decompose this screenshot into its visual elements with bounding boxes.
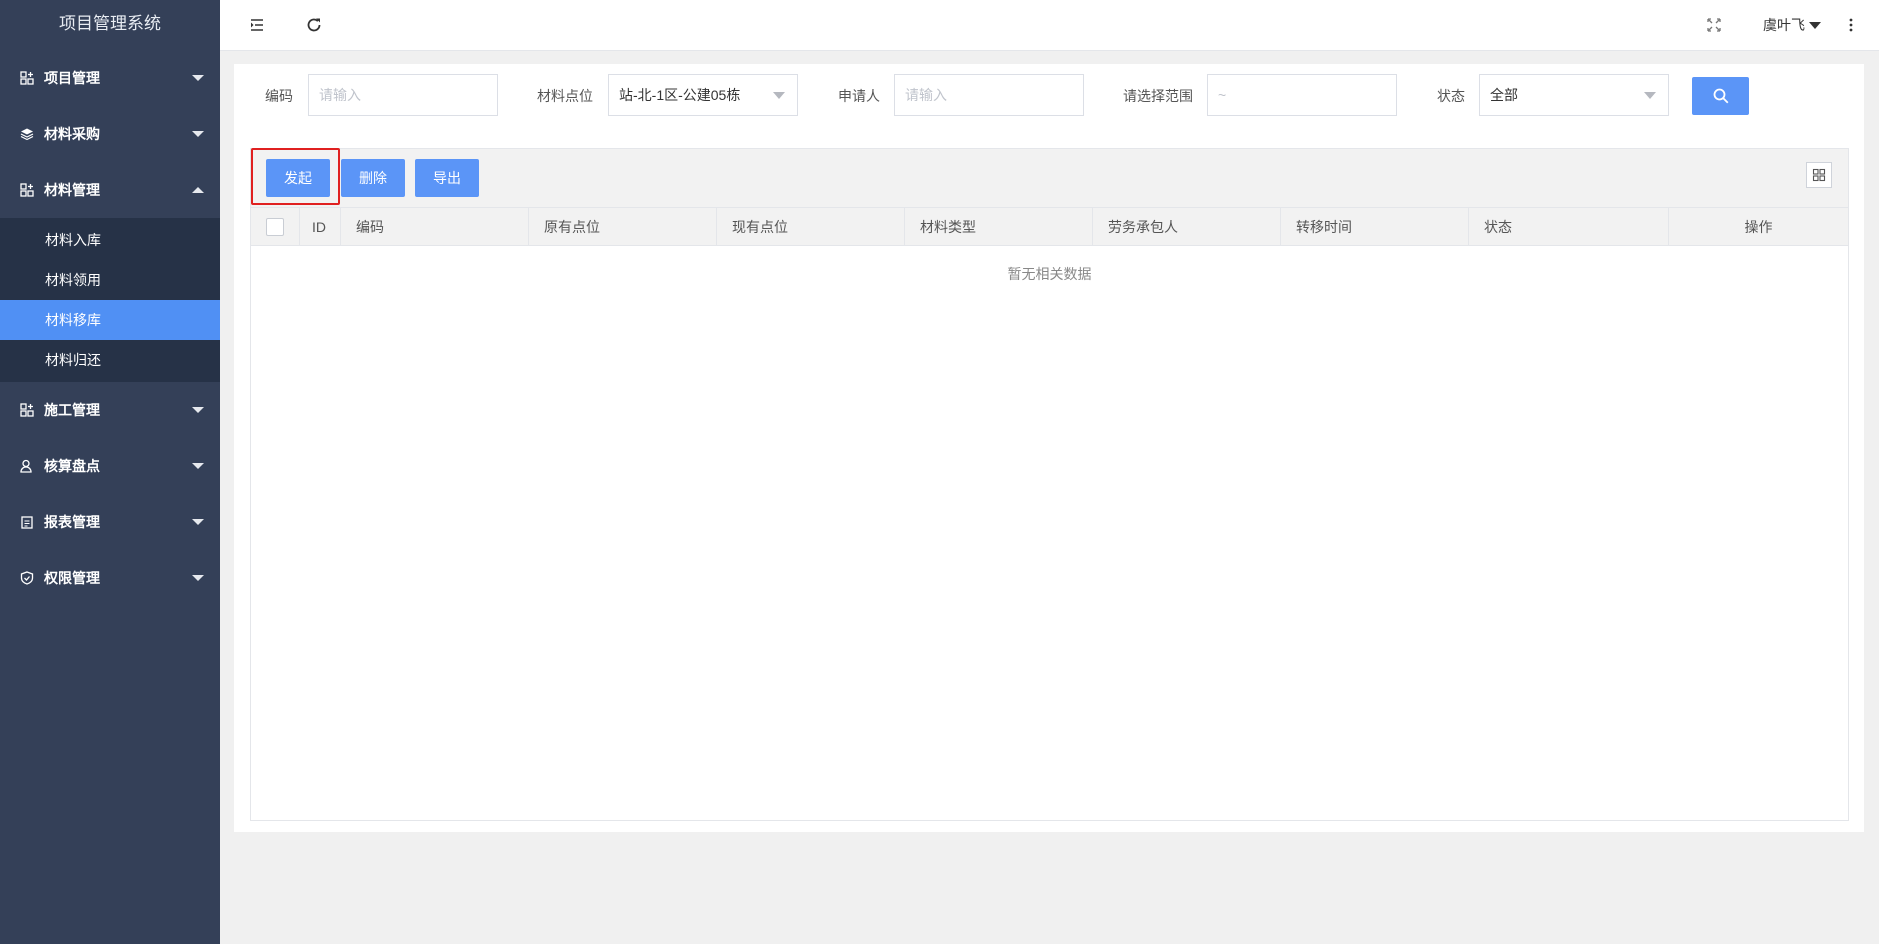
sidebar-item-material-in[interactable]: 材料入库 — [0, 220, 220, 260]
sidebar-item-material-use[interactable]: 材料领用 — [0, 260, 220, 300]
user-menu[interactable]: 虞叶飞 — [1763, 15, 1821, 35]
applicant-label: 申请人 — [838, 88, 880, 104]
sidebar-item-label: 报表管理 — [44, 514, 100, 530]
chevron-down-icon — [192, 407, 204, 413]
chevron-down-icon — [1809, 21, 1821, 29]
sidebar-item-construction[interactable]: 施工管理 — [0, 382, 220, 438]
main-panel: 编码 请输入 材料点位 站-北-1区-公建05栋 申请人 请输入 请选择范围 ~… — [234, 64, 1864, 832]
more-vertical-icon[interactable] — [1846, 16, 1856, 34]
grid-plus-icon — [20, 183, 34, 197]
status-select[interactable]: 全部 — [1479, 74, 1669, 116]
column-header: 材料类型 — [905, 208, 1093, 246]
delete-button[interactable]: 删除 — [341, 159, 405, 197]
location-select[interactable]: 站-北-1区-公建05栋 — [608, 74, 798, 116]
user-name: 虞叶飞 — [1763, 17, 1805, 33]
shield-check-icon — [20, 571, 34, 585]
app-title: 项目管理系统 — [59, 14, 161, 33]
column-header: 转移时间 — [1281, 208, 1469, 246]
column-header: 现有点位 — [717, 208, 905, 246]
location-value: 站-北-1区-公建05栋 — [619, 87, 741, 103]
chevron-down-icon — [1644, 92, 1656, 99]
empty-state: 暂无相关数据 — [1007, 266, 1092, 282]
user-icon — [20, 459, 34, 473]
sidebar-item-project[interactable]: 项目管理 — [0, 50, 220, 106]
fullscreen-icon[interactable] — [1705, 16, 1723, 34]
search-button[interactable] — [1692, 77, 1749, 115]
chevron-down-icon — [192, 75, 204, 81]
range-label: 请选择范围 — [1123, 88, 1193, 104]
sidebar-item-label: 材料采购 — [44, 126, 100, 142]
status-value: 全部 — [1490, 87, 1518, 103]
sidebar-item-material[interactable]: 材料管理 — [0, 162, 220, 218]
column-header: ID — [300, 208, 341, 246]
top-header: 虞叶飞 — [220, 0, 1879, 51]
column-header: 编码 — [341, 208, 529, 246]
chevron-up-icon — [192, 187, 204, 193]
column-header: 劳务承包人 — [1093, 208, 1281, 246]
code-input[interactable]: 请输入 — [308, 74, 498, 116]
sidebar-item-permissions[interactable]: 权限管理 — [0, 550, 220, 606]
sidebar-item-label: 核算盘点 — [44, 458, 100, 474]
chevron-down-icon — [192, 519, 204, 525]
grid-plus-icon — [20, 71, 34, 85]
material-submenu: 材料入库 材料领用 材料移库 材料归还 — [0, 218, 220, 382]
sidebar-item-purchase[interactable]: 材料采购 — [0, 106, 220, 162]
menu-indent-icon[interactable] — [248, 16, 266, 34]
table-header: ID 编码 原有点位 现有点位 材料类型 劳务承包人 转移时间 状态 操作 — [251, 207, 1848, 246]
sidebar-item-label: 施工管理 — [44, 402, 100, 418]
sidebar: 项目管理系统 项目管理 材料采购 材料管理 材料入库 材料领用 材料移库 材料归… — [0, 0, 220, 944]
grid-plus-icon — [20, 403, 34, 417]
select-all-cell — [251, 208, 300, 246]
column-header: 状态 — [1469, 208, 1669, 246]
sidebar-item-material-return[interactable]: 材料归还 — [0, 340, 220, 380]
search-icon — [1713, 88, 1728, 104]
sidebar-item-reports[interactable]: 报表管理 — [0, 494, 220, 550]
initiate-button[interactable]: 发起 — [266, 159, 330, 197]
sidebar-item-label: 项目管理 — [44, 70, 100, 86]
location-label: 材料点位 — [537, 88, 593, 104]
layers-icon — [20, 127, 34, 141]
sidebar-item-accounting[interactable]: 核算盘点 — [0, 438, 220, 494]
chevron-down-icon — [192, 463, 204, 469]
column-settings-button[interactable] — [1806, 162, 1832, 188]
chevron-down-icon — [192, 575, 204, 581]
chevron-down-icon — [773, 92, 785, 99]
chevron-down-icon — [192, 131, 204, 137]
export-button[interactable]: 导出 — [415, 159, 479, 197]
sidebar-item-label: 权限管理 — [44, 570, 100, 586]
date-range-input[interactable]: ~ — [1207, 74, 1397, 116]
refresh-icon[interactable] — [305, 16, 323, 34]
clipboard-icon — [20, 515, 34, 529]
table-toolbar: 发起 删除 导出 — [251, 148, 1848, 207]
data-table: 发起 删除 导出 ID 编码 原有点位 现有点位 材料类型 劳务承包人 转移时间… — [250, 148, 1849, 821]
sidebar-item-material-transfer[interactable]: 材料移库 — [0, 300, 220, 340]
column-header: 原有点位 — [529, 208, 717, 246]
select-all-checkbox[interactable] — [266, 217, 284, 236]
status-label: 状态 — [1437, 88, 1465, 104]
code-label: 编码 — [265, 88, 293, 104]
columns-grid-icon — [1812, 168, 1826, 182]
sidebar-item-label: 材料管理 — [44, 182, 100, 198]
applicant-input[interactable]: 请输入 — [894, 74, 1084, 116]
column-header: 操作 — [1744, 219, 1773, 235]
